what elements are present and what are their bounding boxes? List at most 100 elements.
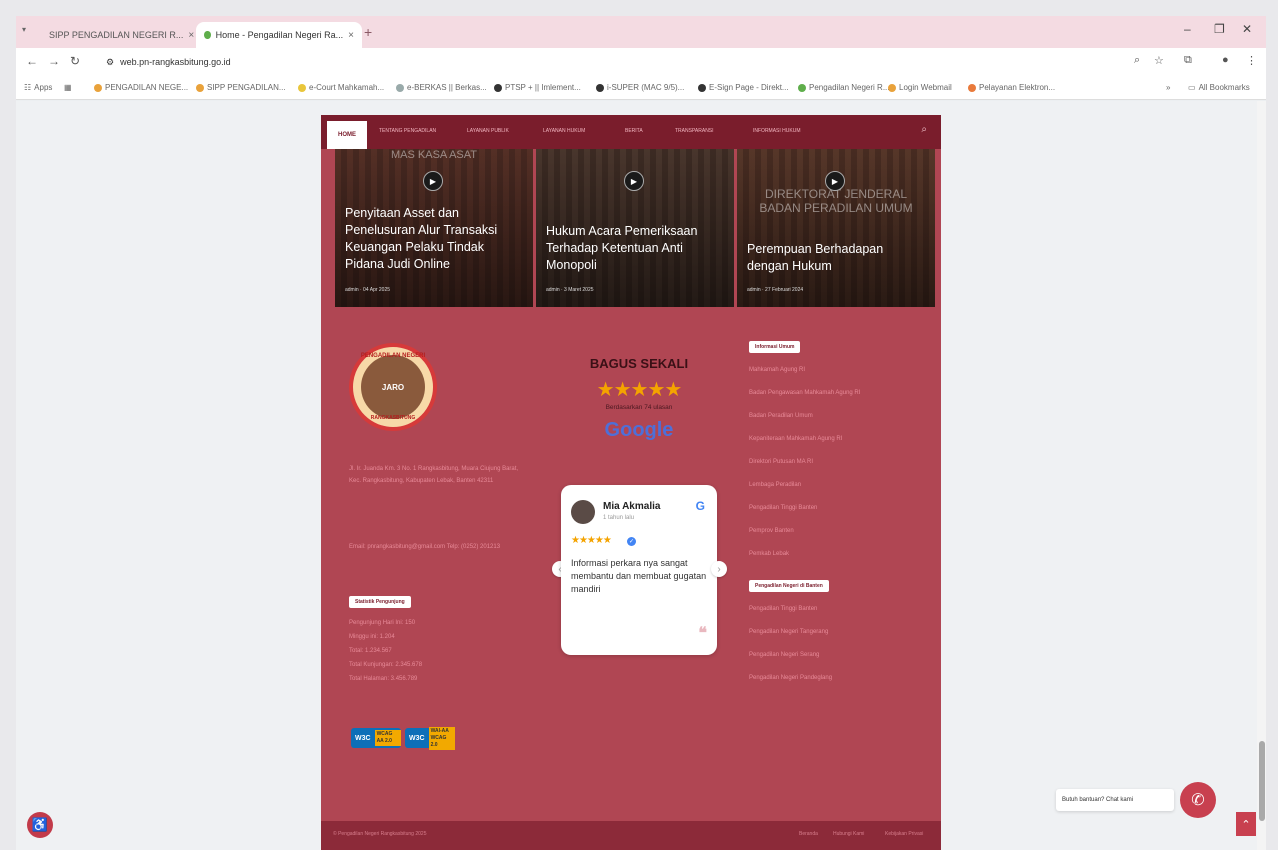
footer-link[interactable]: Beranda: [799, 831, 818, 837]
bookmark-item[interactable]: E-Sign Page - Direkt...: [698, 83, 789, 92]
avatar: [571, 500, 595, 524]
footer-link[interactable]: Kebijakan Privasi: [885, 831, 923, 837]
court-link[interactable]: Pengadilan Tinggi Banten: [749, 606, 817, 612]
nav-home[interactable]: HOME: [327, 121, 367, 149]
rating-title: BAGUS SEKALI: [589, 356, 689, 371]
profile-icon[interactable]: ●: [1222, 54, 1229, 66]
info-link[interactable]: Badan Pengawasan Mahkamah Agung RI: [749, 390, 860, 396]
address-bar[interactable]: ⚙ web.pn-rangkasbitung.go.id: [106, 52, 1106, 72]
favicon-icon: [204, 31, 211, 39]
bookmark-item[interactable]: PENGADILAN NEGE...: [94, 83, 188, 92]
visitor-stat: Pengunjung Hari Ini: 150: [349, 620, 416, 626]
nav-item[interactable]: INFORMASI HUKUM: [753, 128, 801, 134]
back-icon[interactable]: ←: [26, 54, 38, 68]
reviewer-name: Mia Akmalia: [603, 501, 661, 512]
logo-bottom-text: RANGKASBITUNG: [370, 415, 416, 421]
bookmark-item[interactable]: e-BERKAS || Berkas...: [396, 83, 487, 92]
back-to-top-button[interactable]: ⌃: [1236, 812, 1256, 836]
court-link[interactable]: Pengadilan Negeri Pandeglang: [749, 675, 832, 681]
bookmark-label: Pengadilan Negeri R...: [809, 83, 890, 92]
bookmark-label: PTSP + || Imlement...: [505, 83, 581, 92]
bookmark-item[interactable]: SIPP PENGADILAN...: [196, 83, 286, 92]
bookmark-item[interactable]: PTSP + || Imlement...: [494, 83, 581, 92]
footer-address: Jl. Ir. Juanda Km. 3 No. 1 Rangkasbitung…: [349, 466, 519, 484]
info-link[interactable]: Pengadilan Tinggi Banten: [749, 505, 817, 511]
visitor-stat: Total Kunjungan: 2.345.678: [349, 662, 423, 668]
nav-item[interactable]: TENTANG PENGADILAN: [379, 128, 436, 134]
wcag-badge[interactable]: W3C WCAG AA 2.0: [351, 728, 401, 748]
w3c-icon: W3C: [355, 734, 371, 742]
info-link[interactable]: Direktori Putusan MA RI: [749, 459, 813, 465]
scrollbar[interactable]: [1257, 101, 1266, 850]
site-info-icon[interactable]: ⚙: [106, 57, 114, 68]
main-navigation: HOME TENTANG PENGADILAN LAYANAN PUBLIK L…: [321, 115, 941, 149]
favicon-icon: [494, 83, 502, 92]
bookmark-item[interactable]: Login Webmail: [888, 83, 952, 92]
video-card[interactable]: DIREKTORAT JENDERAL BADAN PERADILAN UMUM…: [737, 149, 935, 307]
footer-bottom-bar: © Pengadilan Negeri Rangkasbitung 2025 B…: [321, 821, 941, 850]
favicon-icon: [94, 83, 102, 92]
video-title[interactable]: Perempuan Berhadapan dengan Hukum: [747, 241, 922, 275]
info-link[interactable]: Lembaga Peradilan: [749, 482, 801, 488]
nav-item[interactable]: TRANSPARANSI: [675, 128, 714, 134]
info-link[interactable]: Pemprov Banten: [749, 528, 794, 534]
tab-home[interactable]: Home - Pengadilan Negeri Ra... ×: [196, 22, 362, 48]
review-time: 1 tahun lalu: [603, 515, 635, 521]
all-bookmarks[interactable]: ▭ All Bookmarks: [1188, 83, 1250, 92]
nav-item[interactable]: BERITA: [625, 128, 643, 134]
wcag-badge[interactable]: W3C WAI-AA WCAG 2.0: [405, 726, 455, 750]
folder-icon: ▭: [1188, 83, 1196, 92]
logo-top-text: PENGADILAN NEGERI: [360, 353, 426, 359]
forward-icon[interactable]: →: [48, 54, 60, 68]
wcag-tag: WCAG AA 2.0: [374, 730, 401, 746]
nav-item[interactable]: LAYANAN HUKUM: [543, 128, 585, 134]
play-icon[interactable]: ▶: [423, 171, 443, 191]
bookmark-star-icon[interactable]: ☆: [1154, 54, 1164, 67]
close-tab-icon[interactable]: ×: [348, 30, 354, 41]
nav-item[interactable]: LAYANAN PUBLIK: [467, 128, 509, 134]
menu-icon[interactable]: ⋮: [1246, 54, 1257, 67]
info-link[interactable]: Pemkab Lebak: [749, 551, 789, 557]
bookmark-apps[interactable]: ☷ Apps: [24, 83, 52, 92]
courts-links-label: Pengadilan Negeri di Banten: [749, 580, 829, 592]
tab-sipp[interactable]: SIPP PENGADILAN NEGERI R... ×: [36, 22, 196, 48]
favicon-icon: [196, 83, 204, 92]
info-link[interactable]: Mahkamah Agung RI: [749, 367, 805, 373]
video-card[interactable]: MAS KASA ASAT ▶ Penyitaan Asset dan Pene…: [335, 149, 533, 307]
info-link[interactable]: Badan Peradilan Umum: [749, 413, 813, 419]
scrollbar-thumb[interactable]: [1259, 741, 1265, 821]
bookmark-item[interactable]: Pengadilan Negeri R...: [798, 83, 890, 92]
video-title[interactable]: Hukum Acara Pemeriksaan Terhadap Ketentu…: [546, 223, 721, 274]
play-icon[interactable]: ▶: [624, 171, 644, 191]
zoom-icon[interactable]: ⌕: [1134, 54, 1140, 67]
bookmark-item[interactable]: Pelayanan Elektron...: [968, 83, 1055, 92]
footer-link[interactable]: Hubungi Kami: [833, 831, 864, 837]
video-title[interactable]: Penyitaan Asset dan Penelusuran Alur Tra…: [345, 205, 520, 273]
accessibility-button[interactable]: ♿: [27, 812, 53, 838]
play-icon[interactable]: ▶: [825, 171, 845, 191]
restore-icon[interactable]: ❐: [1214, 22, 1225, 36]
w3c-icon: W3C: [409, 734, 425, 742]
grid-icon[interactable]: ▦: [64, 83, 72, 92]
extensions-icon[interactable]: ⧉: [1184, 54, 1192, 67]
tab-search-icon[interactable]: ▾: [22, 25, 26, 34]
info-link[interactable]: Kepaniteraan Mahkamah Agung RI: [749, 436, 842, 442]
carousel-next-button[interactable]: ›: [711, 561, 727, 577]
info-links-label: Informasi Umum: [749, 341, 801, 353]
reload-icon[interactable]: ↻: [70, 54, 80, 68]
search-icon[interactable]: ⌕: [921, 124, 927, 135]
court-link[interactable]: Pengadilan Negeri Serang: [749, 652, 819, 658]
video-card[interactable]: ▶ Hukum Acara Pemeriksaan Terhadap Keten…: [536, 149, 734, 307]
close-tab-icon[interactable]: ×: [188, 30, 194, 41]
bookmark-item[interactable]: i-SUPER (MAC 9/5)...: [596, 83, 684, 92]
minimize-icon[interactable]: –: [1184, 22, 1191, 36]
bookmark-item[interactable]: e-Court Mahkamah...: [298, 83, 384, 92]
new-tab-button[interactable]: +: [364, 24, 372, 40]
close-window-icon[interactable]: ✕: [1242, 22, 1252, 36]
whatsapp-label[interactable]: Butuh bantuan? Chat kami: [1056, 789, 1174, 811]
whatsapp-button[interactable]: ✆: [1180, 782, 1216, 818]
url-text: web.pn-rangkasbitung.go.id: [120, 57, 231, 67]
court-link[interactable]: Pengadilan Negeri Tangerang: [749, 629, 828, 635]
review-card: Mia Akmalia 1 tahun lalu G ★★★★★ ✓ Infor…: [561, 485, 717, 655]
more-bookmarks-icon[interactable]: »: [1166, 83, 1170, 92]
